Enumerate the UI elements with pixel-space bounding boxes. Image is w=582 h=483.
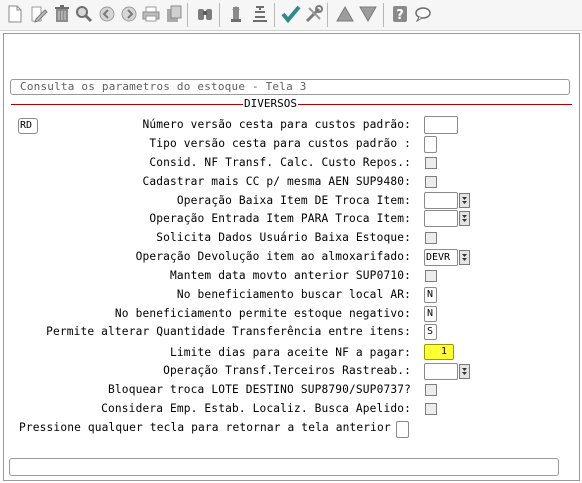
label-operacao-devolucao: Operação Devolução item ao almoxarifado: [135,250,411,263]
field-tipo-versao-cesta[interactable] [424,136,437,153]
field-pressione-tecla[interactable] [396,421,409,438]
confirm-check-icon[interactable] [280,3,302,25]
label-operacao-transf-terceiros: Operação Transf.Terceiros Rastreab.: [163,364,411,377]
label-operacao-entrada-item: Operação Entrada Item PARA Troca Item: [149,212,411,225]
label-permite-alterar-quantidade: Permite alterar Quantidade Transferência… [46,325,411,338]
label-beneficiamento-estoque-negativo: No beneficiamento permite estoque negati… [114,307,411,320]
checkbox-solicita-dados-usuario[interactable] [425,232,437,244]
delete-trash-icon[interactable] [51,3,73,25]
screen-title: Consulta os parametros do estoque - Tela… [20,80,307,93]
dropdown-arrow-icon[interactable] [459,250,470,265]
label-considera-emp-estab: Considera Emp. Estab. Localiz. Busca Ape… [101,402,411,415]
forward-circle-icon[interactable] [118,3,140,25]
binoculars-icon[interactable] [194,3,216,25]
status-bar [9,458,559,476]
label-consid-nf-transf: Consid. NF Transf. Calc. Custo Repos.: [149,156,411,169]
export-icon[interactable] [163,3,185,25]
label-pressione-tecla: Pressione qualquer tecla para retornar a… [19,421,391,434]
chat-icon[interactable] [412,3,434,25]
triangle-up-icon[interactable] [334,3,356,25]
toolbar: ? [0,0,582,31]
checkbox-considera-emp-estab[interactable] [425,403,437,415]
dropdown-arrow-icon[interactable] [459,193,470,208]
hierarchy-icon[interactable] [249,3,271,25]
label-mantem-data-movto: Mantem data movto anterior SUP0710: [170,269,411,282]
tools-icon[interactable] [303,3,325,25]
dropdown-value[interactable] [424,192,458,209]
dropdown-arrow-icon[interactable] [459,364,470,379]
field-numero-versao-cesta[interactable] [424,116,458,134]
dropdown-value[interactable]: DEVR [424,249,458,266]
label-limite-dias-aceite: Limite dias para aceite NF a pagar: [170,346,411,359]
label-operacao-baixa-item: Operação Baixa Item DE Troca Item: [176,194,411,207]
label-bloquear-troca-lote: Bloquear troca LOTE DESTINO SUP8790/SUP0… [108,383,411,396]
field-permite-alterar-quantidade[interactable]: S [424,324,437,340]
label-cadastrar-mais-cc: Cadastrar mais CC p/ mesma AEN SUP9480: [142,175,411,188]
checkbox-consid-nf-transf[interactable] [425,157,437,169]
checkbox-bloquear-troca-lote[interactable] [425,384,437,396]
label-numero-versao-cesta: Número versão cesta para custos padrão: [142,118,411,131]
upload-icon[interactable] [225,3,247,25]
field-beneficiamento-local-ar[interactable]: N [424,287,437,303]
label-solicita-dados-usuario: Solicita Dados Usuário Baixa Estoque: [156,231,411,244]
back-circle-icon[interactable] [96,3,118,25]
dropdown-value[interactable] [424,210,458,227]
rd-field[interactable]: RD [18,118,38,134]
dropdown-arrow-icon[interactable] [459,211,470,226]
print-icon[interactable] [140,3,162,25]
checkbox-cadastrar-mais-cc[interactable] [425,176,437,188]
help-icon[interactable]: ? [389,3,411,25]
label-tipo-versao-cesta: Tipo versão cesta para custos padrão : [149,137,411,150]
label-beneficiamento-local-ar: No beneficiamento buscar local AR: [176,288,411,301]
checkbox-mantem-data-movto[interactable] [425,270,437,282]
triangle-down-icon[interactable] [357,3,379,25]
new-doc-icon[interactable] [4,3,26,25]
section-label: DIVERSOS [243,97,298,110]
edit-icon[interactable] [28,3,50,25]
field-beneficiamento-estoque-negativo[interactable]: N [424,306,437,322]
field-limite-dias-aceite[interactable]: 1 [424,344,454,360]
svg-text:?: ? [396,8,404,23]
dropdown-value[interactable] [424,363,458,380]
search-icon[interactable] [73,3,95,25]
